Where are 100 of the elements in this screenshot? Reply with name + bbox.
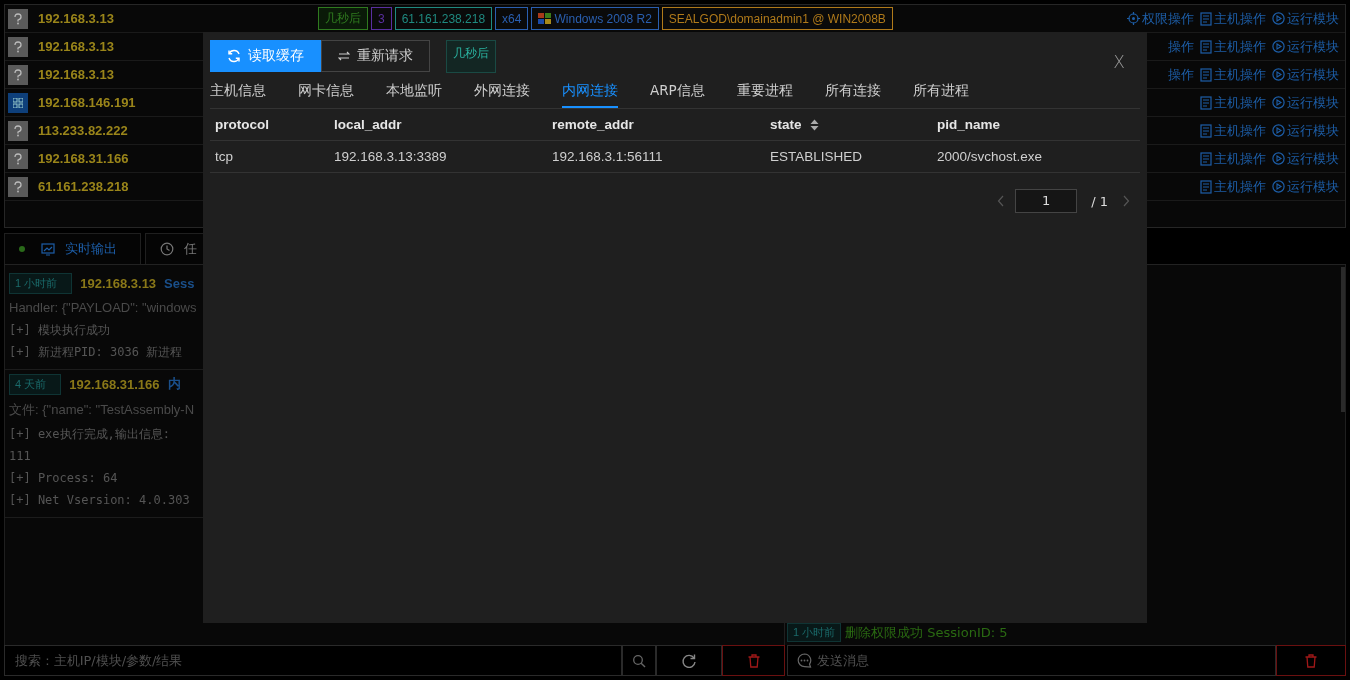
dialog-tab[interactable]: ARP信息	[650, 78, 705, 108]
target-icon	[1127, 12, 1140, 25]
delete-button[interactable]	[1276, 645, 1346, 676]
search-button[interactable]	[622, 645, 656, 676]
table-cell-text: ESTABLISHED	[769, 149, 864, 164]
dialog-tab[interactable]: 网卡信息	[298, 78, 354, 108]
question-icon	[8, 8, 28, 29]
action-link[interactable]: 主机操作	[1200, 65, 1266, 84]
log-line: [+] Process: 64	[9, 470, 119, 487]
log-host-ip: 192.168.31.166	[69, 376, 160, 392]
host-tag: x64	[495, 7, 529, 30]
table-cell-text: tcp	[214, 149, 234, 164]
sync-icon	[227, 49, 241, 63]
play-icon	[1272, 124, 1285, 137]
trash-icon	[747, 653, 760, 668]
log-line: [+] 新进程PID: 3036 新进程	[9, 344, 184, 361]
host-tag: 61.161.238.218	[394, 7, 493, 30]
windows-icon	[8, 92, 28, 113]
refresh-button[interactable]	[656, 645, 722, 676]
host-tag: 几秒后	[318, 7, 368, 30]
table-cell-text: 192.168.3.1:56111	[551, 149, 664, 164]
action-link[interactable]: 运行模块	[1272, 65, 1339, 84]
play-icon	[1272, 152, 1285, 165]
monitor-icon	[41, 242, 55, 256]
question-icon	[8, 36, 28, 57]
action-link[interactable]: 主机操作	[1200, 177, 1266, 196]
time-tag: 1 小时前	[787, 623, 842, 642]
log-line: [+] 模块执行成功	[9, 322, 111, 339]
page-total: / 1	[1091, 193, 1108, 209]
output-tab[interactable]: 实时输出	[4, 233, 141, 264]
play-icon	[1272, 180, 1285, 193]
question-icon	[8, 148, 28, 169]
document-icon	[1200, 39, 1212, 54]
action-link[interactable]: 运行模块	[1272, 93, 1339, 112]
scrollbar[interactable]	[1341, 267, 1345, 412]
dialog-tab[interactable]: 主机信息	[210, 78, 266, 108]
question-icon	[8, 120, 28, 141]
search-field[interactable]: 搜索 : 主机IP/模块/参数/结果	[4, 645, 622, 676]
next-page-icon[interactable]	[1122, 195, 1130, 207]
host-tag: Windows 2008 R2	[531, 7, 659, 30]
action-link[interactable]: 运行模块	[1272, 177, 1339, 196]
dialog-tab[interactable]: 所有连接	[824, 78, 881, 108]
message-text: 删除权限成功 SessionID: 5	[845, 623, 1008, 642]
action-link[interactable]: 权限操作	[1127, 9, 1194, 28]
question-icon	[8, 176, 28, 197]
table-cell-text: 2000/svchost.exe	[936, 149, 1044, 164]
dialog-tab[interactable]: 本地监听	[386, 78, 442, 108]
swap-icon	[338, 50, 350, 62]
time-badge: 几秒后	[446, 40, 496, 73]
chat-icon	[797, 653, 812, 668]
document-icon	[1200, 11, 1212, 26]
delete-button[interactable]	[722, 645, 785, 676]
column-header: state	[765, 117, 932, 132]
play-icon	[1272, 12, 1285, 25]
host-ip[interactable]: 192.168.3.13	[38, 11, 318, 26]
action-link[interactable]: 主机操作	[1200, 9, 1266, 28]
action-link[interactable]: 操作	[1168, 65, 1194, 84]
action-link[interactable]: 主机操作	[1200, 121, 1266, 140]
play-icon	[1272, 40, 1285, 53]
windows-logo-icon	[538, 12, 552, 25]
action-link[interactable]: 运行模块	[1272, 121, 1339, 140]
log-line: 111	[9, 448, 32, 465]
action-link[interactable]: 操作	[1168, 37, 1194, 56]
action-link[interactable]: 主机操作	[1200, 149, 1266, 168]
document-icon	[1200, 179, 1212, 194]
play-icon	[1272, 68, 1285, 81]
close-button[interactable]: X	[1113, 52, 1125, 72]
column-header: remote_addr	[551, 117, 635, 132]
message-field[interactable]: 发送消息	[787, 645, 1276, 676]
action-link[interactable]: 主机操作	[1200, 93, 1266, 112]
column-header: protocol	[214, 117, 270, 132]
action-link[interactable]: 运行模块	[1272, 149, 1339, 168]
host-tag: SEALGOD\domainadmin1 @ WIN2008B	[661, 7, 893, 30]
table-cell-text: 192.168.3.13:3389	[333, 149, 448, 164]
sort-icon[interactable]	[809, 118, 819, 131]
refresh-icon	[681, 652, 697, 669]
log-detail: 文件: {"name": "TestAssembly-N	[9, 401, 196, 419]
action-link[interactable]: 运行模块	[1272, 9, 1339, 28]
trash-icon	[1305, 653, 1317, 668]
log-detail: Handler: {"PAYLOAD": "windows	[9, 300, 198, 315]
document-icon	[1200, 123, 1212, 138]
action-link[interactable]: 主机操作	[1200, 37, 1266, 56]
status-dot	[19, 246, 25, 252]
document-icon	[1200, 67, 1212, 82]
document-icon	[1200, 151, 1212, 166]
previous-page-icon[interactable]	[997, 195, 1006, 207]
dialog-tab[interactable]: 所有进程	[912, 78, 969, 108]
log-title: 内	[167, 375, 181, 393]
page-field[interactable]: 1	[1015, 189, 1078, 213]
column-header: local_addr	[333, 117, 403, 132]
dialog-tab[interactable]: 外网连接	[474, 78, 530, 108]
column-header: pid_name	[936, 117, 1002, 132]
action-link[interactable]: 运行模块	[1272, 37, 1339, 56]
log-host-ip: 192.168.3.13	[80, 275, 157, 291]
log-line: [+] Net Vsersion: 4.0.303	[9, 492, 191, 509]
clock-icon	[160, 242, 174, 256]
dialog-tab[interactable]: 内网连接	[562, 78, 618, 108]
dialog-button[interactable]: 读取缓存	[210, 40, 321, 72]
dialog-tab[interactable]: 重要进程	[736, 78, 793, 108]
dialog-button[interactable]: 重新请求	[321, 40, 430, 72]
